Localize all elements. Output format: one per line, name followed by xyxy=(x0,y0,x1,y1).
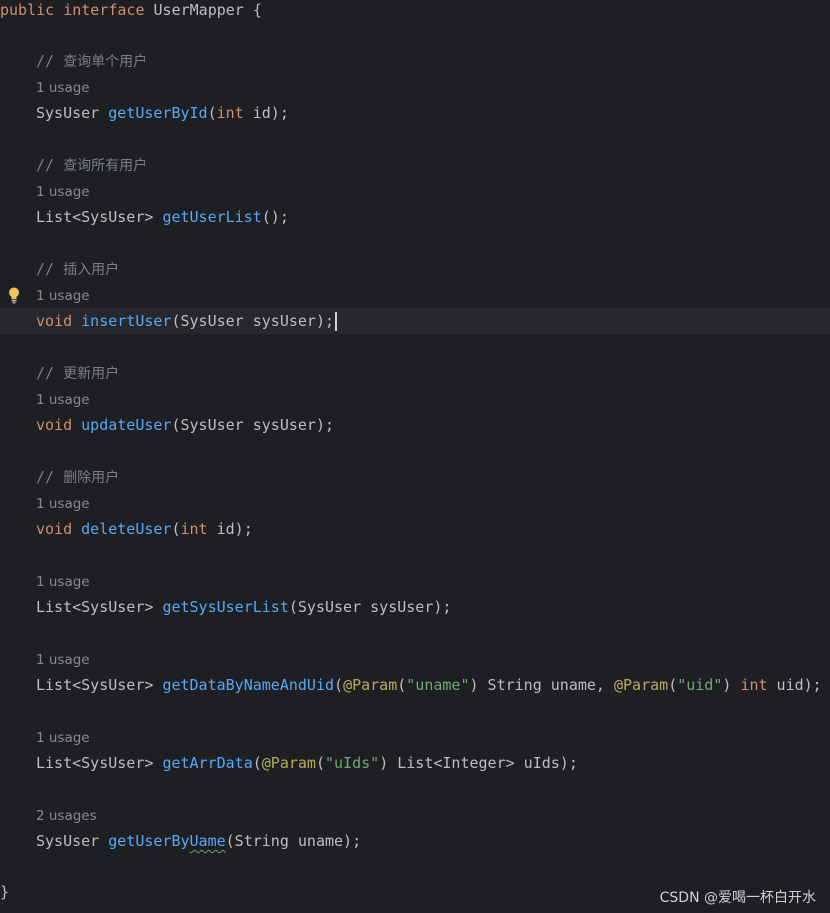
string-literal: "uname" xyxy=(406,676,470,694)
code-line-method[interactable]: SysUser getUserByUame(String uname); xyxy=(0,828,830,854)
usage-hint[interactable]: 2 usages xyxy=(36,803,97,829)
usage-hint[interactable]: 1 usage xyxy=(36,387,90,413)
params: (SysUser sysUser); xyxy=(288,598,452,616)
params: (SysUser sysUser); xyxy=(171,312,335,330)
annotation-param: @Param xyxy=(614,676,669,694)
params: (); xyxy=(261,208,289,226)
usage-hint[interactable]: 1 usage xyxy=(36,75,90,101)
params: id); xyxy=(207,520,253,538)
code-line-method[interactable]: List<SysUser> getDataByNameAndUid(@Param… xyxy=(0,672,830,698)
method-name[interactable]: deleteUser xyxy=(81,520,171,538)
code-editor[interactable]: public interface UserMapper { // 查询单个用户 … xyxy=(0,0,830,913)
keyword-interface: interface xyxy=(63,1,145,19)
return-type: SysUser xyxy=(36,104,109,122)
method-name[interactable]: getUserById xyxy=(108,104,207,122)
method-name[interactable]: insertUser xyxy=(81,312,171,330)
param-type: int xyxy=(180,520,208,538)
interface-name: UserMapper xyxy=(153,1,244,19)
annotation-param: @Param xyxy=(261,754,316,772)
annotation-param: @Param xyxy=(343,676,398,694)
return-type: List<SysUser> xyxy=(36,598,163,616)
return-type: List<SysUser> xyxy=(36,754,163,772)
method-name[interactable]: getArrData xyxy=(162,754,252,772)
code-line-method[interactable]: List<SysUser> getSysUserList(SysUser sys… xyxy=(0,594,830,620)
return-type: List<SysUser> xyxy=(36,208,163,226)
return-type: List<SysUser> xyxy=(36,676,163,694)
open-brace: { xyxy=(243,1,262,19)
watermark: CSDN @爱喝一杯白开水 xyxy=(659,890,816,906)
return-type: void xyxy=(36,416,73,434)
close-brace: } xyxy=(0,883,10,901)
text-caret xyxy=(335,312,338,331)
usage-hint[interactable]: 1 usage xyxy=(36,569,90,595)
method-name-typo[interactable]: Uame xyxy=(190,832,226,850)
paren: ( xyxy=(171,520,181,538)
params: (SysUser sysUser); xyxy=(171,416,335,434)
paren: ( xyxy=(334,676,344,694)
string-literal: "uIds" xyxy=(325,754,380,772)
paren: ( xyxy=(397,676,407,694)
code-line-method[interactable]: List<SysUser> getArrData(@Param("uIds") … xyxy=(0,750,830,776)
comment-slashes: // xyxy=(36,260,64,278)
lightbulb-icon[interactable] xyxy=(7,286,21,304)
paren: ( xyxy=(668,676,678,694)
comment-slashes: // xyxy=(36,52,64,70)
string-literal: "uid" xyxy=(677,676,723,694)
comment-text: 删除用户 xyxy=(63,470,120,486)
return-type: void xyxy=(36,312,73,330)
comment-line[interactable]: // 查询单个用户 xyxy=(0,48,830,74)
params: (String uname); xyxy=(225,832,362,850)
params: ) List<Integer> uIds); xyxy=(379,754,578,772)
param-type: int xyxy=(740,676,768,694)
comment-text: 查询单个用户 xyxy=(63,54,148,70)
comment-line[interactable]: // 查询所有用户 xyxy=(0,152,830,178)
paren: ( xyxy=(252,754,262,772)
code-line-method[interactable]: void deleteUser(int id); xyxy=(0,516,830,542)
comment-line[interactable]: // 删除用户 xyxy=(0,464,830,490)
comment-line[interactable]: // 更新用户 xyxy=(0,360,830,386)
comment-slashes: // xyxy=(36,156,64,174)
code-line-method[interactable]: void updateUser(SysUser sysUser); xyxy=(0,412,830,438)
comment-text: 查询所有用户 xyxy=(63,158,148,174)
usage-hint[interactable]: 1 usage xyxy=(36,179,90,205)
param-type: int xyxy=(216,104,244,122)
comment-text: 更新用户 xyxy=(63,366,120,382)
code-line-method[interactable]: SysUser getUserById(int id); xyxy=(0,100,830,126)
usage-hint[interactable]: 1 usage xyxy=(36,283,90,309)
comment-text: 插入用户 xyxy=(63,262,120,278)
usage-hint[interactable]: 1 usage xyxy=(36,647,90,673)
params: ) String uname, xyxy=(469,676,614,694)
usage-hint[interactable]: 1 usage xyxy=(36,725,90,751)
paren: ( xyxy=(207,104,217,122)
comment-slashes: // xyxy=(36,468,64,486)
comment-line[interactable]: // 插入用户 xyxy=(0,256,830,282)
method-name[interactable]: getUserList xyxy=(162,208,261,226)
usage-hint[interactable]: 1 usage xyxy=(36,491,90,517)
method-name[interactable]: getDataByNameAndUid xyxy=(162,676,334,694)
method-name[interactable]: updateUser xyxy=(81,416,171,434)
params: uid); xyxy=(767,676,822,694)
return-type: void xyxy=(36,520,73,538)
params: ) xyxy=(722,676,741,694)
comment-slashes: // xyxy=(36,364,64,382)
code-line-method-current[interactable]: void insertUser(SysUser sysUser); xyxy=(0,308,830,334)
return-type: SysUser xyxy=(36,832,109,850)
params: id); xyxy=(243,104,289,122)
paren: ( xyxy=(315,754,325,772)
method-name[interactable]: getUserBy xyxy=(108,832,189,850)
method-name[interactable]: getSysUserList xyxy=(162,598,288,616)
code-line-interface-declaration[interactable]: public interface UserMapper { xyxy=(0,0,830,23)
code-line-method[interactable]: List<SysUser> getUserList(); xyxy=(0,204,830,230)
keyword-public: public xyxy=(0,1,55,19)
